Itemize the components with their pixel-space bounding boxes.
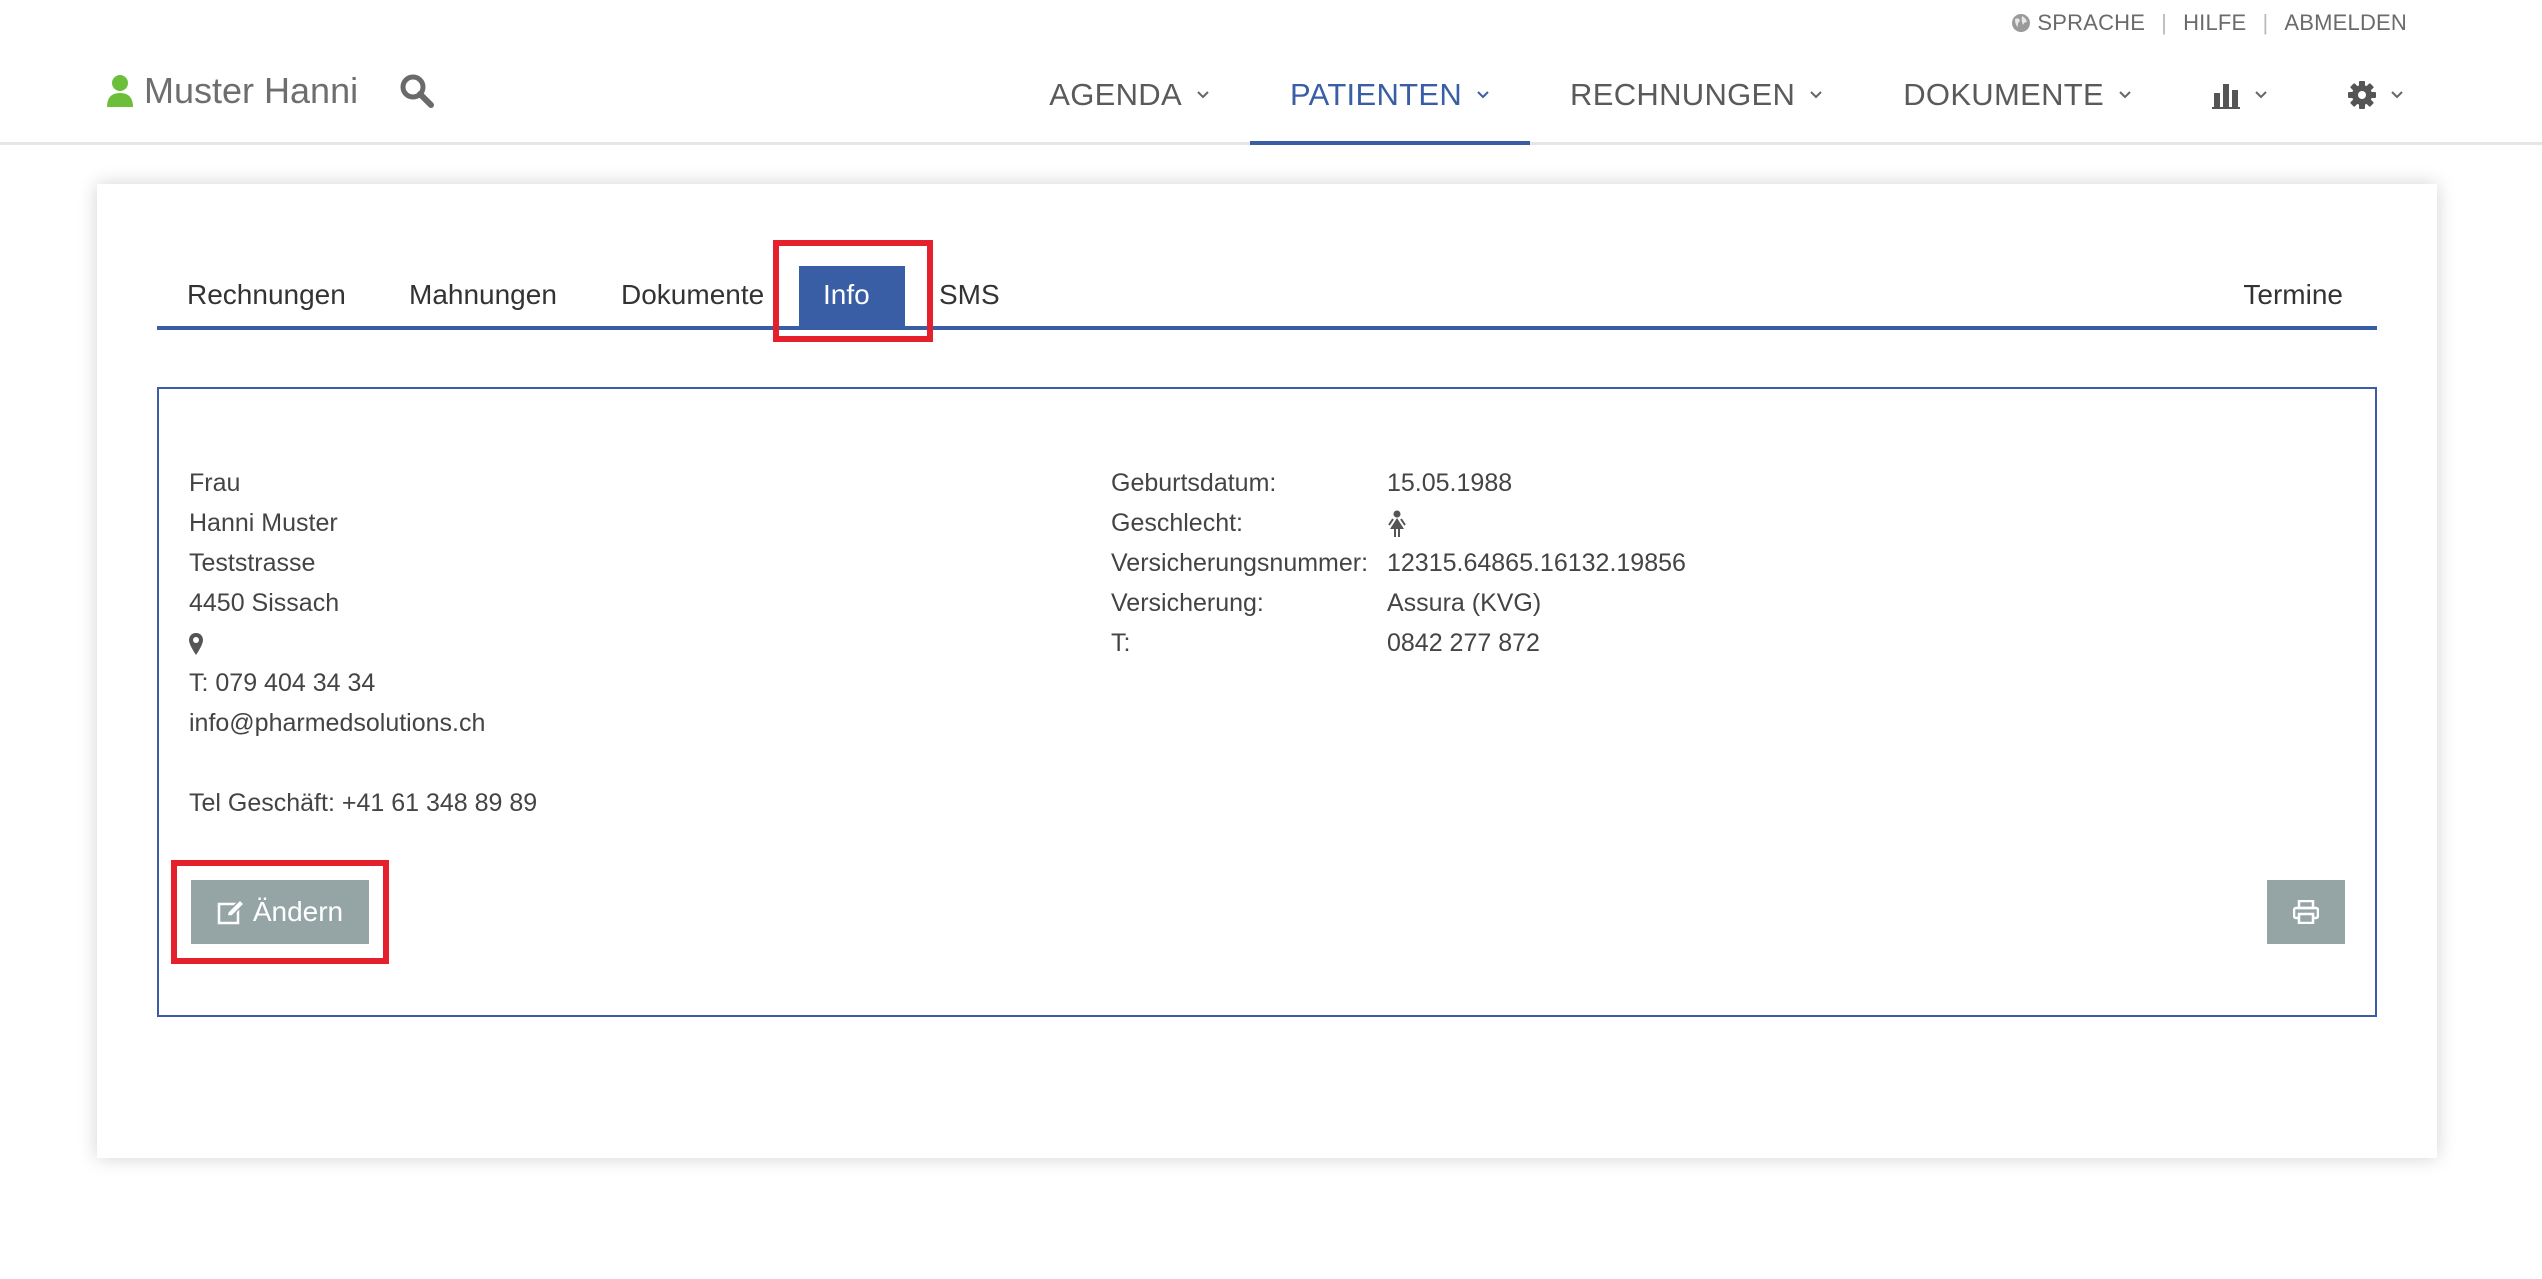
tab-sms[interactable]: SMS: [915, 264, 1024, 326]
business-phone: Tel Geschäft: +41 61 348 89 89: [189, 789, 538, 817]
globe-icon: [2012, 14, 2031, 32]
patient-address: Frau Hanni Muster Teststrasse 4450 Sissa…: [189, 463, 537, 823]
detail-row-insurance: Versicherung: Assura (KVG): [1111, 583, 1686, 623]
map-marker-icon: [189, 633, 203, 656]
gender-label: Geschlecht:: [1111, 509, 1244, 537]
gender-value: [1387, 503, 1407, 543]
main-nav: AGENDA PATIENTEN RECHNUNGEN DOKUMENTE: [1009, 48, 2444, 145]
edit-icon: [217, 899, 245, 925]
insurance-number-value: 12315.64865.16132.19856: [1387, 549, 1686, 577]
patient-phone: T: 079 404 34 34: [189, 669, 376, 697]
header: Muster Hanni AGENDA PATIENTEN RECHNUNGEN…: [0, 48, 2542, 145]
nav-rechnungen-label: RECHNUNGEN: [1570, 77, 1796, 112]
print-icon: [2293, 900, 2319, 924]
phone-value: 0842 277 872: [1387, 629, 1540, 657]
city: 4450 Sissach: [189, 589, 340, 617]
nav-dokumente-label: DOKUMENTE: [1903, 77, 2104, 112]
bar-chart-icon: [2212, 84, 2240, 109]
detail-row-insurance-number: Versicherungsnummer: 12315.64865.16132.1…: [1111, 543, 1686, 583]
chevron-down-icon: [1197, 91, 1209, 99]
nav-agenda[interactable]: AGENDA: [1009, 48, 1250, 142]
nav-dokumente[interactable]: DOKUMENTE: [1863, 48, 2172, 142]
patient-name: Hanni Muster: [189, 509, 338, 537]
separator: |: [2262, 10, 2269, 35]
print-button[interactable]: [2267, 880, 2345, 944]
gear-icon: [2348, 81, 2376, 109]
tab-termine[interactable]: Termine: [2219, 264, 2367, 326]
user-name: Muster Hanni: [144, 70, 359, 111]
logout-link[interactable]: ABMELDEN: [2284, 10, 2407, 36]
edit-button[interactable]: Ändern: [191, 880, 369, 944]
insurance-value: Assura (KVG): [1387, 589, 1542, 617]
patient-tabs: Rechnungen Mahnungen Dokumente Info SMS …: [157, 264, 2377, 330]
patient-card: Rechnungen Mahnungen Dokumente Info SMS …: [97, 184, 2437, 1158]
detail-row-gender: Geschlecht:: [1111, 503, 1686, 543]
user-icon: [107, 75, 133, 107]
phone-label: T:: [1111, 629, 1131, 657]
tab-rechnungen[interactable]: Rechnungen: [163, 264, 370, 326]
detail-row-birthdate: Geburtsdatum: 15.05.1988: [1111, 463, 1686, 503]
street: Teststrasse: [189, 549, 316, 577]
nav-settings[interactable]: [2308, 48, 2444, 142]
female-icon: [1388, 510, 1406, 538]
tab-info[interactable]: Info: [799, 266, 905, 326]
nav-patienten[interactable]: PATIENTEN: [1249, 48, 1531, 145]
chevron-down-icon: [1810, 91, 1822, 99]
detail-row-phone: T: 0842 277 872: [1111, 623, 1686, 663]
user-display[interactable]: Muster Hanni: [106, 70, 358, 112]
chevron-down-icon: [2119, 91, 2131, 99]
patient-email[interactable]: info@pharmedsolutions.ch: [189, 703, 537, 743]
nav-agenda-label: AGENDA: [1049, 77, 1182, 112]
chevron-down-icon: [1477, 91, 1489, 99]
tab-dokumente[interactable]: Dokumente: [597, 264, 788, 326]
tab-mahnungen[interactable]: Mahnungen: [385, 264, 581, 326]
nav-patienten-label: PATIENTEN: [1289, 77, 1463, 112]
info-panel: Frau Hanni Muster Teststrasse 4450 Sissa…: [157, 387, 2377, 1017]
chevron-down-icon: [2391, 91, 2403, 99]
edit-button-label: Ändern: [252, 896, 344, 927]
help-link[interactable]: HILFE: [2183, 10, 2246, 36]
insurance-number-label: Versicherungsnummer:: [1111, 549, 1369, 577]
separator: |: [2161, 10, 2168, 35]
utility-bar: SPRACHE | HILFE | ABMELDEN: [2011, 10, 2407, 36]
patient-details: Geburtsdatum: 15.05.1988 Geschlecht: Ver…: [1111, 463, 1686, 663]
map-link[interactable]: [189, 623, 537, 663]
insurance-label: Versicherung:: [1111, 589, 1264, 617]
salutation: Frau: [189, 469, 241, 497]
language-link[interactable]: SPRACHE: [2037, 10, 2145, 36]
nav-rechnungen[interactable]: RECHNUNGEN: [1530, 48, 1863, 142]
birthdate-label: Geburtsdatum:: [1111, 469, 1277, 497]
search-icon[interactable]: [398, 72, 434, 108]
chevron-down-icon: [2255, 91, 2267, 99]
birthdate-value: 15.05.1988: [1387, 469, 1513, 497]
nav-statistics[interactable]: [2172, 48, 2308, 142]
